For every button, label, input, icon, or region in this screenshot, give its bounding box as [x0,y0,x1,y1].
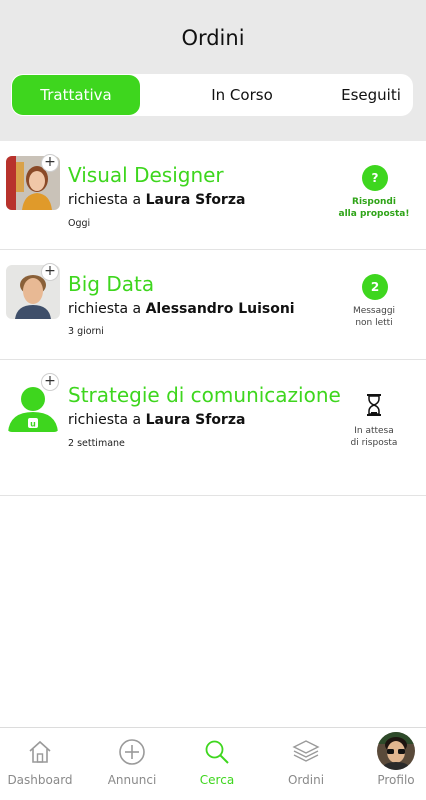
add-icon[interactable]: + [41,373,59,391]
svg-text:u: u [30,420,36,429]
person-name: Laura Sforza [145,412,246,428]
person-name: Alessandro Luisoni [145,301,295,317]
tabbar-profilo[interactable]: Profilo [356,728,426,800]
time-label: Oggi [68,218,91,229]
header: Ordini Trattativa In Corso Eseguiti [0,0,426,141]
time-label: 3 giorni [68,326,104,337]
tab-trattativa[interactable]: Trattativa [12,75,140,115]
layers-icon [292,740,320,762]
order-item[interactable]: + Visual Designer richiesta a Laura Sfor… [0,141,426,250]
tab-eseguiti[interactable]: Eseguiti [329,74,413,116]
order-item[interactable]: + Big Data richiesta a Alessandro Luison… [0,250,426,360]
status-text: Rispondi alla proposta! [338,197,410,219]
person-name: Laura Sforza [145,192,246,208]
hourglass-icon [365,393,383,417]
profile-avatar [377,732,415,770]
tabbar-label: Dashboard [7,773,73,787]
home-icon [29,740,51,763]
tabbar-ordini[interactable]: Ordini [266,728,346,800]
tab-bar: Dashboard Annunci Cerca Ordini Profilo [0,727,426,800]
order-title: Big Data [68,272,155,296]
tabbar-cerca[interactable]: Cerca [177,728,257,800]
add-icon[interactable]: + [41,154,59,172]
tabbar-label: Profilo [377,773,415,787]
request-text: richiesta a Laura Sforza [68,192,246,208]
tab-in-corso[interactable]: In Corso [171,74,313,116]
add-icon[interactable]: + [41,263,59,281]
page-title: Ordini [181,26,245,50]
tabbar-dashboard[interactable]: Dashboard [0,728,80,800]
status-text: In attesa di risposta [350,426,398,448]
segmented-control: Trattativa In Corso Eseguiti [11,74,413,116]
order-title: Visual Designer [68,163,224,187]
time-label: 2 settimane [68,438,125,449]
question-badge[interactable]: ? [362,165,388,191]
status-text: Messaggi non letti [352,306,396,328]
search-icon [205,740,229,764]
order-title: Strategie di comunicazione [68,383,341,407]
request-text: richiesta a Alessandro Luisoni [68,301,295,317]
tabbar-label: Annunci [107,773,157,787]
tabbar-label: Ordini [287,773,325,787]
messages-badge[interactable]: 2 [362,274,388,300]
request-text: richiesta a Laura Sforza [68,412,246,428]
tabbar-annunci[interactable]: Annunci [92,728,172,800]
order-item[interactable]: u + Strategie di comunicazione richiesta… [0,360,426,496]
plus-circle-icon [119,739,145,765]
tabbar-label: Cerca [199,773,235,787]
